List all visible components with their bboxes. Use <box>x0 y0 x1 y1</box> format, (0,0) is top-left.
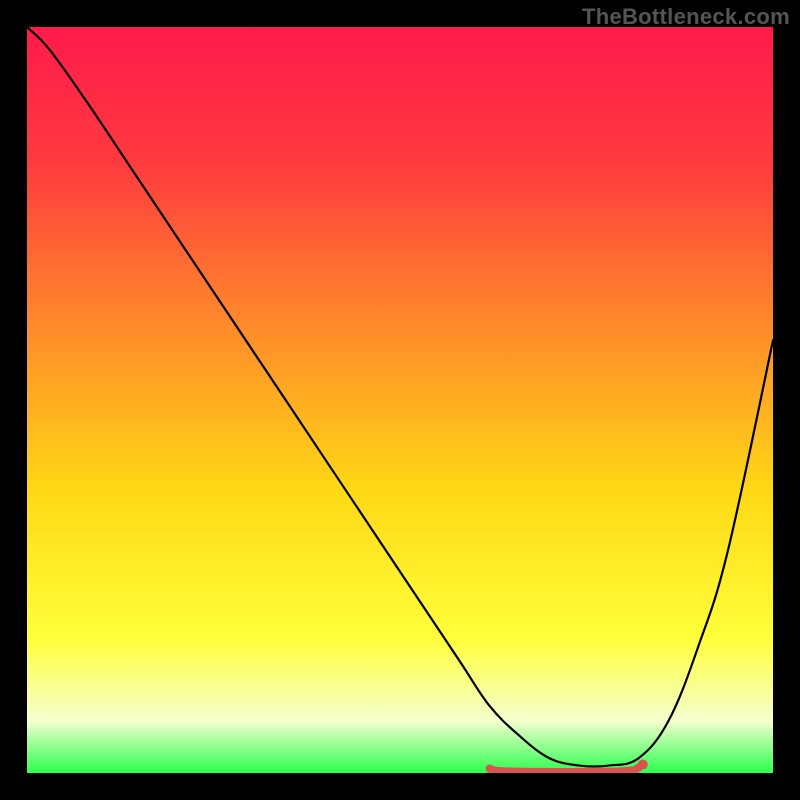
plot-area <box>27 27 773 773</box>
chart-svg <box>27 27 773 773</box>
optimal-range-end-dot <box>638 760 648 770</box>
outer-frame: TheBottleneck.com <box>0 0 800 800</box>
gradient-background <box>27 27 773 773</box>
optimal-range-marker <box>490 768 639 772</box>
